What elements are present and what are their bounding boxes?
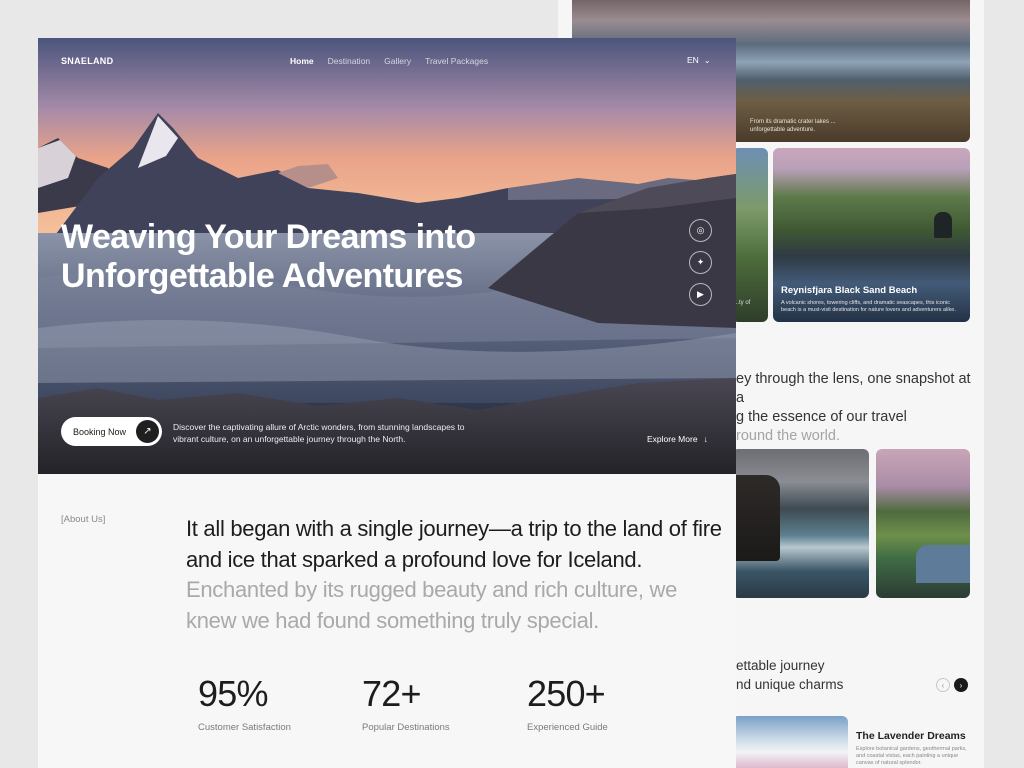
explore-more-link[interactable]: Explore More ↓	[647, 434, 708, 444]
rock-shape	[732, 475, 780, 561]
lavender-description: Explore botanical gardens, geothermal pa…	[856, 746, 967, 766]
youtube-icon[interactable]: ▶	[689, 283, 712, 306]
stat-customer-satisfaction: 95% Customer Satisfaction	[198, 673, 291, 734]
booking-now-button[interactable]: Booking Now ↗	[61, 417, 162, 446]
landing-page: SNAELAND Home Destination Gallery Travel…	[38, 38, 736, 768]
green-mountain-image[interactable]	[876, 449, 970, 598]
booking-label: Booking Now	[73, 426, 127, 437]
lake-caption: From its dramatic crater lakes ... unfor…	[750, 119, 836, 133]
stat-value: 250+	[527, 673, 606, 714]
nav-link-home[interactable]: Home	[290, 56, 314, 66]
about-section-tag: [About Us]	[61, 514, 106, 525]
stat-experienced-guide: 250+ Experienced Guide	[527, 673, 608, 734]
gallery-intro-text: ey through the lens, one snapshot at a g…	[736, 370, 976, 446]
carousel-controls: ‹ ›	[936, 678, 968, 692]
carousel-next-button[interactable]: ›	[954, 678, 968, 692]
twitter-icon[interactable]: ✦	[689, 251, 712, 274]
chevron-down-icon: ⌄	[703, 55, 711, 65]
stat-value: 72+	[362, 673, 421, 714]
hero-title: Weaving Your Dreams into Unforgettable A…	[61, 218, 476, 295]
social-links: ◎ ✦ ▶	[689, 219, 712, 306]
gallery-text-line-1: ey through the lens, one snapshot at a	[736, 371, 971, 406]
instagram-icon[interactable]: ◎	[689, 219, 712, 242]
black-sand-beach-card[interactable]: Reynisfjara Black Sand Beach A volcanic …	[773, 148, 970, 322]
lavender-title: The Lavender Dreams	[856, 730, 966, 742]
water-shape	[916, 545, 970, 583]
gallery-text-line-2: g the essence of our travel	[736, 409, 907, 425]
cliff-caption: ...ty of	[734, 300, 751, 306]
gallery-text-line-3: round the world.	[736, 428, 840, 444]
arrow-up-right-icon: ↗	[136, 420, 159, 443]
nav-link-gallery[interactable]: Gallery	[384, 56, 411, 66]
language-selector[interactable]: EN ⌄	[687, 55, 711, 65]
arrow-down-icon: ↓	[703, 434, 708, 444]
beach-description: A volcanic shores, towering cliffs, and …	[781, 300, 956, 313]
stat-popular-destinations: 72+ Popular Destinations	[362, 673, 450, 734]
stat-label: Popular Destinations	[362, 722, 450, 733]
lavender-dreams-image[interactable]	[732, 716, 848, 768]
brand-logo[interactable]: SNAELAND	[61, 56, 113, 66]
stat-label: Customer Satisfaction	[198, 722, 291, 733]
about-text-dark: It all began with a single journey—a tri…	[186, 516, 722, 572]
stat-value: 95%	[198, 673, 268, 714]
about-text-dim: Enchanted by its rugged beauty and rich …	[186, 577, 678, 633]
hero-section: SNAELAND Home Destination Gallery Travel…	[38, 38, 736, 474]
about-text: It all began with a single journey—a tri…	[186, 514, 726, 636]
stat-label: Experienced Guide	[527, 722, 608, 733]
hero-description: Discover the captivating allure of Arcti…	[173, 422, 465, 444]
beach-title: Reynisfjara Black Sand Beach	[781, 285, 918, 296]
sea-rock-image[interactable]	[732, 449, 869, 598]
language-code: EN	[687, 55, 699, 65]
main-nav: Home Destination Gallery Travel Packages	[290, 56, 488, 66]
nav-link-travel-packages[interactable]: Travel Packages	[425, 56, 488, 66]
explore-label: Explore More	[647, 434, 698, 444]
carousel-prev-button[interactable]: ‹	[936, 678, 950, 692]
sea-stack-shape	[934, 212, 952, 238]
nav-link-destination[interactable]: Destination	[328, 56, 371, 66]
cliff-image[interactable]: ...ty of	[732, 148, 768, 322]
packages-text-line-1: ettable journey	[736, 658, 825, 673]
